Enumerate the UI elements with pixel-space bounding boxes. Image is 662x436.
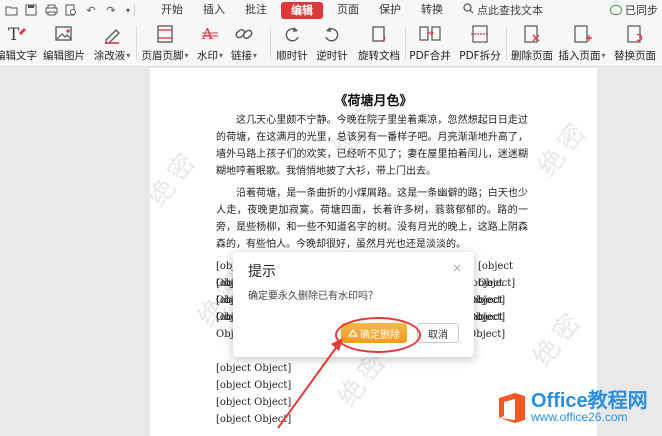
logo-url: www.office26.com [531, 410, 628, 424]
logo-name: Office教程网 [531, 390, 648, 412]
annotation-arrow [277, 338, 343, 429]
office-logo-icon [499, 392, 525, 423]
site-logo: Office教程网 www.office26.com [497, 391, 648, 424]
